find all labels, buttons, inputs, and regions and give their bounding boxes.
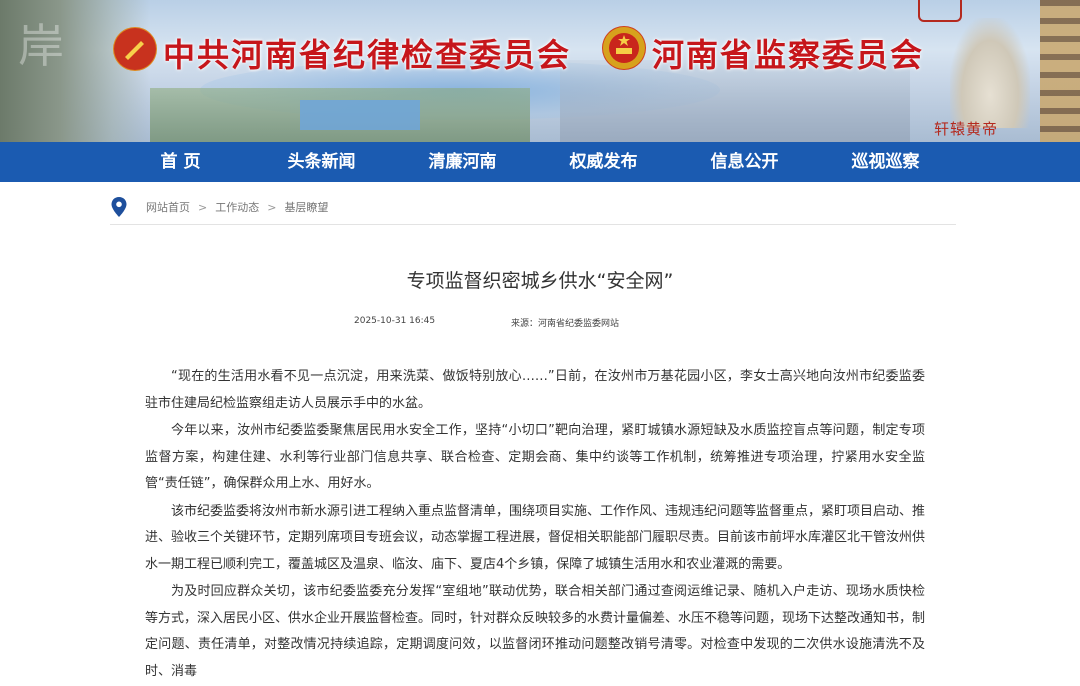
breadcrumb: 网站首页 > 工作动态 > 基层瞭望 [110, 194, 328, 220]
main-nav: 首 页 头条新闻 清廉河南 权威发布 信息公开 巡视巡察 [0, 142, 1080, 182]
party-emblem-icon [113, 27, 157, 71]
nav-item-info-disclosure[interactable]: 信息公开 [674, 142, 815, 182]
statue-image [950, 18, 1030, 128]
breadcrumb-current[interactable]: 基层瞭望 [284, 199, 328, 215]
site-banner: 岸 轩辕黄帝 中共河南省纪律检查委员会 河南省监察委员会 [0, 0, 1080, 142]
nav-item-headlines[interactable]: 头条新闻 [251, 142, 392, 182]
org-title-supervision: 河南省监察委员会 [652, 36, 925, 74]
article-source: 来源：河南省纪委监委网站 [511, 319, 620, 329]
nav-item-releases[interactable]: 权威发布 [533, 142, 674, 182]
calligraphy-text: 轩辕黄帝 [934, 120, 999, 138]
banner-pool [300, 100, 420, 130]
article-body: “现在的生活用水看不见一点沉淀，用来洗菜、做饭特别放心……”日前，在汝州市万基花… [145, 364, 925, 686]
nav-item-clean-henan[interactable]: 清廉河南 [392, 142, 533, 182]
article-paragraph: 今年以来，汝州市纪委监委聚焦居民用水安全工作，坚持“小切口”靶向治理，紧盯城镇水… [145, 423, 925, 491]
nav-item-home[interactable]: 首 页 [110, 142, 251, 182]
article-title: 专项监督织密城乡供水“安全网” [406, 270, 674, 292]
breadcrumb-separator: > [198, 200, 208, 214]
article-date: 2025-10-31 16:45 [354, 316, 436, 326]
breadcrumb-divider [110, 224, 956, 225]
rock-inscription: 岸 [18, 19, 64, 73]
article-paragraph: 该市纪委监委将汝州市新水源引进工程纳入重点监督清单，围绕项目实施、工作作风、违规… [145, 503, 926, 572]
nav-item-inspection[interactable]: 巡视巡察 [815, 142, 956, 182]
location-pin-icon [111, 197, 127, 217]
breadcrumb-work-link[interactable]: 工作动态 [215, 199, 259, 215]
org-title-discipline: 中共河南省纪律检查委员会 [163, 36, 572, 74]
pagoda-image [1040, 0, 1080, 142]
breadcrumb-separator: > [267, 200, 277, 214]
article-paragraph: “现在的生活用水看不见一点沉淀，用来洗菜、做饭特别放心……”日前，在汝州市万基花… [145, 369, 925, 411]
article-paragraph: 为及时回应群众关切，该市纪委监委充分发挥“室组地”联动优势，联合相关部门通过查阅… [145, 584, 926, 679]
national-emblem-icon [602, 26, 646, 70]
breadcrumb-home-link[interactable]: 网站首页 [146, 199, 190, 215]
